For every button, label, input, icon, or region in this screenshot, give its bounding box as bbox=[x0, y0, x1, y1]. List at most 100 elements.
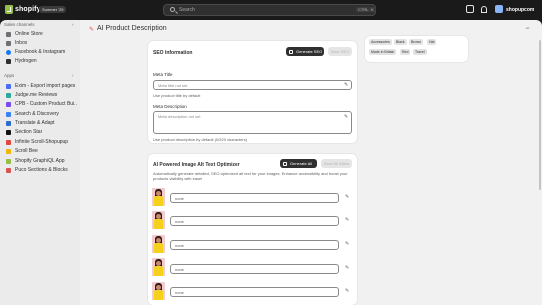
meta-icon bbox=[6, 49, 11, 55]
meta-description-help: Use product description by default (0/32… bbox=[153, 137, 248, 142]
tag-chip[interactable]: Accessories bbox=[369, 39, 392, 45]
meta-title-label: Meta Title bbox=[153, 72, 173, 77]
chevron-right-icon[interactable]: › bbox=[72, 73, 74, 78]
sparkle-icon bbox=[283, 161, 287, 166]
meta-description-input[interactable]: Meta description not set ✎ bbox=[153, 111, 352, 134]
shopify-logo[interactable]: shopify bbox=[5, 5, 41, 14]
sidebar-item-cpb[interactable]: CPB - Custom Product Bui... bbox=[3, 100, 77, 108]
alt-text-value: none bbox=[175, 267, 184, 272]
edit-pen-icon[interactable]: ✎ bbox=[344, 82, 348, 88]
sidebar-item-facebook-instagram[interactable]: Facebook & Instagram bbox=[3, 48, 77, 56]
more-actions-icon[interactable]: ··· bbox=[525, 25, 530, 32]
seo-card-title: SEO Information bbox=[153, 50, 193, 56]
tag-chip[interactable]: Travel bbox=[413, 49, 427, 55]
sidekick-icon[interactable] bbox=[466, 5, 474, 13]
search-bar[interactable]: Search CTRL K bbox=[163, 4, 376, 16]
meta-description-placeholder: Meta description not set bbox=[158, 114, 201, 119]
sidebar-item-label: Puco Sections & Blocks bbox=[15, 167, 68, 173]
alt-text-input[interactable]: none bbox=[170, 287, 339, 297]
alt-text-input[interactable]: none bbox=[170, 193, 339, 203]
hydrogen-icon bbox=[6, 58, 11, 64]
sidebar-item-section-star[interactable]: Section Star bbox=[3, 128, 77, 136]
alt-text-value: none bbox=[175, 196, 184, 201]
generate-all-label: Generate All bbox=[290, 161, 313, 166]
sidebar-item-label: Online Store bbox=[15, 31, 43, 37]
sidebar-item-label: CPB - Custom Product Bui... bbox=[15, 101, 77, 107]
translate-icon bbox=[6, 120, 11, 126]
store-icon bbox=[6, 31, 11, 37]
generate-seo-label: Generate SEO bbox=[296, 49, 323, 54]
page-scrollbar[interactable] bbox=[539, 40, 541, 190]
save-all-alters-button[interactable]: Save All Alters bbox=[321, 159, 352, 168]
notification-bell-icon[interactable] bbox=[481, 6, 487, 13]
infinite-scroll-icon bbox=[6, 139, 11, 145]
edit-pen-icon[interactable]: ✎ bbox=[345, 217, 349, 223]
graphiql-icon bbox=[6, 158, 11, 164]
alt-text-value: none bbox=[175, 219, 184, 224]
product-image-thumbnail bbox=[152, 235, 165, 253]
puco-icon bbox=[6, 167, 11, 173]
sidebar-item-judgeme[interactable]: Judge.me Reviews bbox=[3, 91, 77, 99]
seo-card: SEO Information Generate SEO Save SEO Me… bbox=[148, 41, 357, 143]
search-placeholder: Search bbox=[179, 7, 195, 13]
sidebar-item-inbox[interactable]: Inbox bbox=[3, 39, 77, 47]
edition-badge[interactable]: Summer '25 bbox=[39, 6, 67, 13]
edit-pen-icon[interactable]: ✎ bbox=[345, 241, 349, 247]
edit-pen-icon[interactable]: ✎ bbox=[345, 265, 349, 271]
store-avatar[interactable] bbox=[495, 5, 503, 13]
save-seo-button[interactable]: Save SEO bbox=[328, 47, 352, 56]
product-image-thumbnail bbox=[152, 282, 165, 300]
sidebar-item-label: Facebook & Instagram bbox=[15, 49, 66, 55]
alt-text-card-title: AI Powered Image Alt Text Optimizer bbox=[153, 162, 240, 168]
generate-all-button[interactable]: Generate All bbox=[280, 159, 317, 168]
shopify-bag-icon bbox=[5, 5, 13, 14]
generate-seo-button[interactable]: Generate SEO bbox=[286, 47, 324, 56]
edit-pen-icon[interactable]: ✎ bbox=[345, 194, 349, 200]
tag-chip[interactable]: Black bbox=[394, 39, 407, 45]
sidebar-item-exim[interactable]: Exim - Export import pages bbox=[3, 82, 77, 90]
sidebar-item-label: Shopify GraphiQL App bbox=[15, 158, 65, 164]
sidebar-item-label: Search & Discovery bbox=[15, 111, 59, 117]
tag-chip[interactable]: Red bbox=[400, 49, 411, 55]
alt-text-input[interactable]: none bbox=[170, 240, 339, 250]
apps-heading: Apps bbox=[4, 73, 15, 78]
top-bar: shopify Summer '25 Search CTRL K shopupc… bbox=[0, 0, 542, 20]
product-tags-card: Accessories Black Brown Hat Made in Brit… bbox=[365, 36, 468, 62]
sidebar-item-label: Scroll Bee bbox=[15, 148, 38, 154]
alt-text-value: none bbox=[175, 290, 184, 295]
sidebar-item-label: Inbox bbox=[15, 40, 28, 46]
section-star-icon bbox=[6, 129, 11, 135]
alt-text-input[interactable]: none bbox=[170, 264, 339, 274]
edit-pen-icon[interactable]: ✎ bbox=[344, 114, 348, 120]
sidebar-item-scroll-bee[interactable]: Scroll Bee bbox=[3, 147, 77, 155]
meta-title-input[interactable]: Meta title not set ✎ bbox=[153, 80, 352, 90]
alt-text-input[interactable]: none bbox=[170, 216, 339, 226]
store-name[interactable]: shopupcom bbox=[506, 7, 534, 13]
sidebar-item-infinite-scroll[interactable]: Infinite Scroll-Shopupup bbox=[3, 138, 77, 146]
meta-description-label: Meta Description bbox=[153, 104, 187, 109]
tag-chip[interactable]: Made in Britain bbox=[369, 49, 397, 55]
exim-icon bbox=[6, 83, 11, 89]
sidebar: Sales channels › Online Store Inbox Face… bbox=[0, 20, 80, 305]
save-all-alters-label: Save All Alters bbox=[323, 161, 350, 166]
scroll-bee-icon bbox=[6, 148, 11, 154]
sidebar-item-label: Infinite Scroll-Shopupup bbox=[15, 139, 69, 145]
main-content: ✎ AI Product Description ··· SEO Informa… bbox=[80, 20, 542, 305]
sidebar-item-label: Judge.me Reviews bbox=[15, 92, 58, 98]
save-seo-label: Save SEO bbox=[330, 49, 350, 54]
sidebar-item-hydrogen[interactable]: Hydrogen bbox=[3, 57, 77, 65]
chevron-right-icon[interactable]: › bbox=[72, 22, 74, 27]
edit-pen-icon[interactable]: ✎ bbox=[345, 288, 349, 294]
sidebar-item-label: Section Star bbox=[15, 129, 43, 135]
search-discovery-icon bbox=[6, 111, 11, 117]
sidebar-item-online-store[interactable]: Online Store bbox=[3, 30, 77, 38]
sidebar-item-graphiql[interactable]: Shopify GraphiQL App bbox=[3, 157, 77, 165]
alt-text-value: none bbox=[175, 243, 184, 248]
brand-name: shopify bbox=[15, 6, 41, 13]
sidebar-item-search-discovery[interactable]: Search & Discovery bbox=[3, 110, 77, 118]
sidebar-item-puco[interactable]: Puco Sections & Blocks bbox=[3, 166, 77, 174]
sidebar-item-translate-adapt[interactable]: Translate & Adapt bbox=[3, 119, 77, 127]
tag-chip[interactable]: Hat bbox=[427, 39, 437, 45]
sidebar-item-label: Translate & Adapt bbox=[15, 120, 55, 126]
tag-chip[interactable]: Brown bbox=[409, 39, 423, 45]
